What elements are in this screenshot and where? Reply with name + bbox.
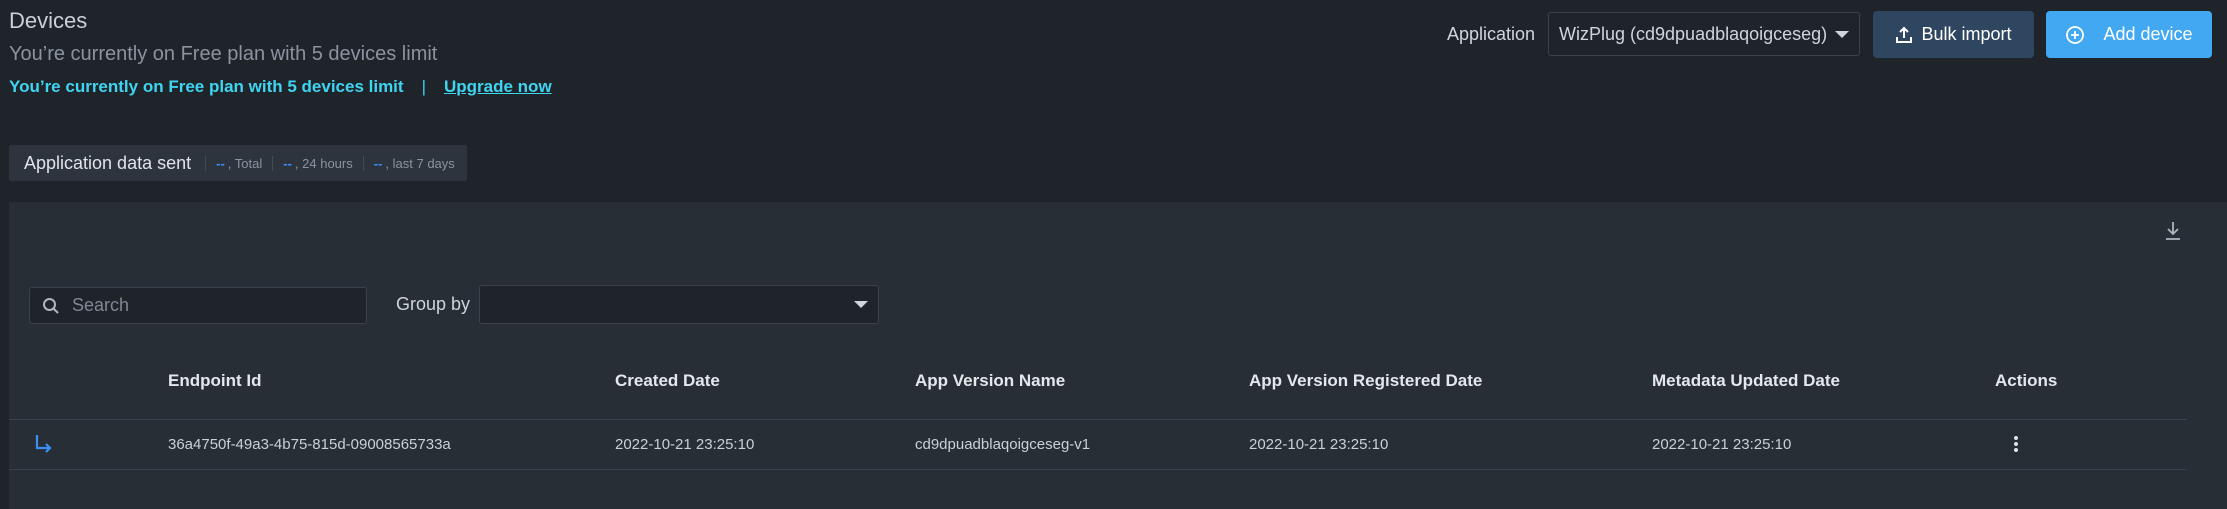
devices-panel xyxy=(9,202,2227,509)
add-device-button[interactable]: Add device xyxy=(2046,11,2212,58)
group-by-select[interactable] xyxy=(479,285,879,324)
stat-last-7-days: --, last 7 days xyxy=(362,155,465,171)
column-header-actions: Actions xyxy=(1995,371,2058,390)
bulk-import-button[interactable]: Bulk import xyxy=(1873,11,2034,58)
plan-alert-text: You’re currently on Free plan with 5 dev… xyxy=(9,77,404,96)
stat-total: --, Total xyxy=(205,155,272,171)
data-sent-label: Application data sent xyxy=(24,152,192,173)
application-label: Application xyxy=(1447,24,1536,44)
table-divider xyxy=(9,469,2187,470)
cell-metadata-updated-date: 2022-10-21 23:25:10 xyxy=(1652,436,1792,453)
caret-down-icon xyxy=(1835,30,1849,38)
more-vertical-icon xyxy=(2014,436,2018,452)
column-header-endpoint-id[interactable]: Endpoint Id xyxy=(168,371,261,391)
download-icon[interactable] xyxy=(2163,219,2183,243)
plan-alert: You’re currently on Free plan with 5 dev… xyxy=(9,77,552,97)
add-device-label: Add device xyxy=(2103,24,2193,44)
caret-down-icon xyxy=(854,301,868,308)
application-select[interactable]: WizPlug (cd9dpuadblaqoigceseg) xyxy=(1548,12,1860,56)
group-by-label: Group by xyxy=(396,294,471,314)
search-input[interactable] xyxy=(70,294,344,317)
expand-row-icon[interactable] xyxy=(33,432,55,456)
upgrade-now-link[interactable]: Upgrade now xyxy=(444,77,552,96)
stat-24-hours: --, 24 hours xyxy=(272,155,363,171)
plan-text: You’re currently on Free plan with 5 dev… xyxy=(9,43,438,65)
table-divider xyxy=(9,419,2187,420)
column-header-created-date[interactable]: Created Date xyxy=(615,371,720,391)
column-header-app-version-name[interactable]: App Version Name xyxy=(915,371,1065,391)
row-actions-button[interactable] xyxy=(2008,432,2024,456)
application-select-value: WizPlug (cd9dpuadblaqoigceseg) xyxy=(1559,23,1828,44)
add-circle-icon xyxy=(2066,25,2085,44)
cell-endpoint-id: 36a4750f-49a3-4b75-815d-09008565733a xyxy=(168,436,451,453)
column-header-app-version-registered-date[interactable]: App Version Registered Date xyxy=(1249,371,1482,391)
application-data-sent: Application data sent --, Total --, 24 h… xyxy=(9,145,467,181)
search-icon xyxy=(43,297,59,314)
page-title: Devices xyxy=(9,8,88,33)
cell-created-date: 2022-10-21 23:25:10 xyxy=(615,436,755,453)
upload-icon xyxy=(1896,26,1913,43)
search-box[interactable] xyxy=(29,287,367,324)
bulk-import-label: Bulk import xyxy=(1921,24,2012,44)
column-header-metadata-updated-date[interactable]: Metadata Updated Date xyxy=(1652,371,1840,391)
cell-app-version-name: cd9dpuadblaqoigceseg-v1 xyxy=(915,436,1091,453)
plan-alert-separator: | xyxy=(421,77,426,96)
cell-app-version-registered-date: 2022-10-21 23:25:10 xyxy=(1249,436,1389,453)
